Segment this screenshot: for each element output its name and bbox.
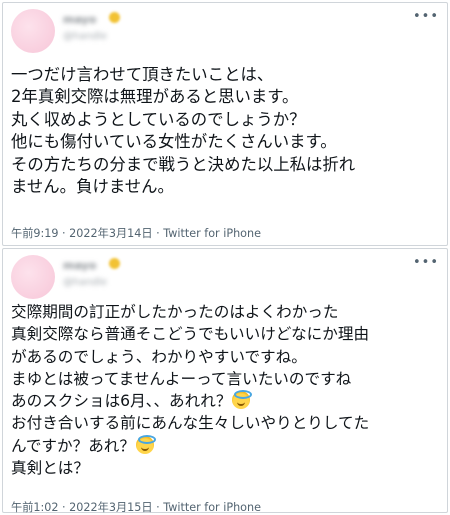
tweet-line: お付き合いする前にあんな生々しいやりとりしてた — [11, 414, 370, 433]
tweet-line: んですか？あれ？ — [11, 436, 135, 455]
tweet-line: があるのでしょう、わかりやすいですね。 — [11, 347, 307, 366]
more-options-icon[interactable]: ••• — [413, 9, 439, 24]
tweet-timestamp[interactable]: 午前9:19 · 2022年3月14日 · Twitter for iPhone — [11, 225, 261, 241]
tweet-line: 2年真剣交際は無理があると思います。 — [11, 87, 299, 107]
tweet-line: その方たちの分まで戦うと決めた以上私は折れ — [11, 154, 356, 174]
more-options-icon[interactable]: ••• — [413, 255, 439, 270]
avatar[interactable] — [11, 9, 55, 53]
tweet-line: あのスクショは6月、、あれれ？ — [11, 392, 232, 411]
smiling-face-with-halo-icon — [135, 434, 156, 454]
tweet-line: 丸く収めようとしているのでしょうか？ — [11, 109, 306, 129]
verified-badge-icon — [109, 258, 120, 269]
user-handle[interactable]: @handle — [63, 277, 153, 289]
avatar[interactable] — [11, 255, 55, 299]
verified-badge-icon — [109, 12, 120, 23]
tweet-line: ません。負けません。 — [11, 177, 174, 197]
tweet-line: 交際期間の訂正がしたかったのはよくわかった — [11, 303, 339, 321]
tweet-line: 真剣交際なら普通そこどうでもいいけどなにか理由 — [11, 325, 370, 344]
tweet-card[interactable]: mayo @handle ••• 一つだけ言わせて頂きたいことは、 2年真剣交際… — [2, 2, 448, 246]
tweet-line: 他にも傷付いている女性がたくさんいます。 — [11, 132, 337, 152]
tweet-text: 交際期間の訂正がしたかったのはよくわかった 真剣交際なら普通そこどうでもいいけど… — [11, 301, 439, 479]
user-handle[interactable]: @handle — [63, 31, 153, 43]
tweet-line: 真剣とは？ — [11, 459, 89, 478]
tweet-text: 一つだけ言わせて頂きたいことは、 2年真剣交際は無理があると思います。 丸く収め… — [11, 64, 439, 198]
tweet-line: 一つだけ言わせて頂きたいことは、 — [11, 65, 274, 84]
tweet-card[interactable]: mayo @handle ••• 交際期間の訂正がしたかったのはよくわかった 真… — [2, 248, 448, 515]
tweet-timestamp[interactable]: 午前1:02 · 2022年3月15日 · Twitter for iPhone — [11, 499, 261, 515]
smiling-face-with-halo-icon — [232, 390, 253, 410]
tweet-line: まゆとは被ってませんよーって言いたいのですね — [11, 369, 352, 388]
